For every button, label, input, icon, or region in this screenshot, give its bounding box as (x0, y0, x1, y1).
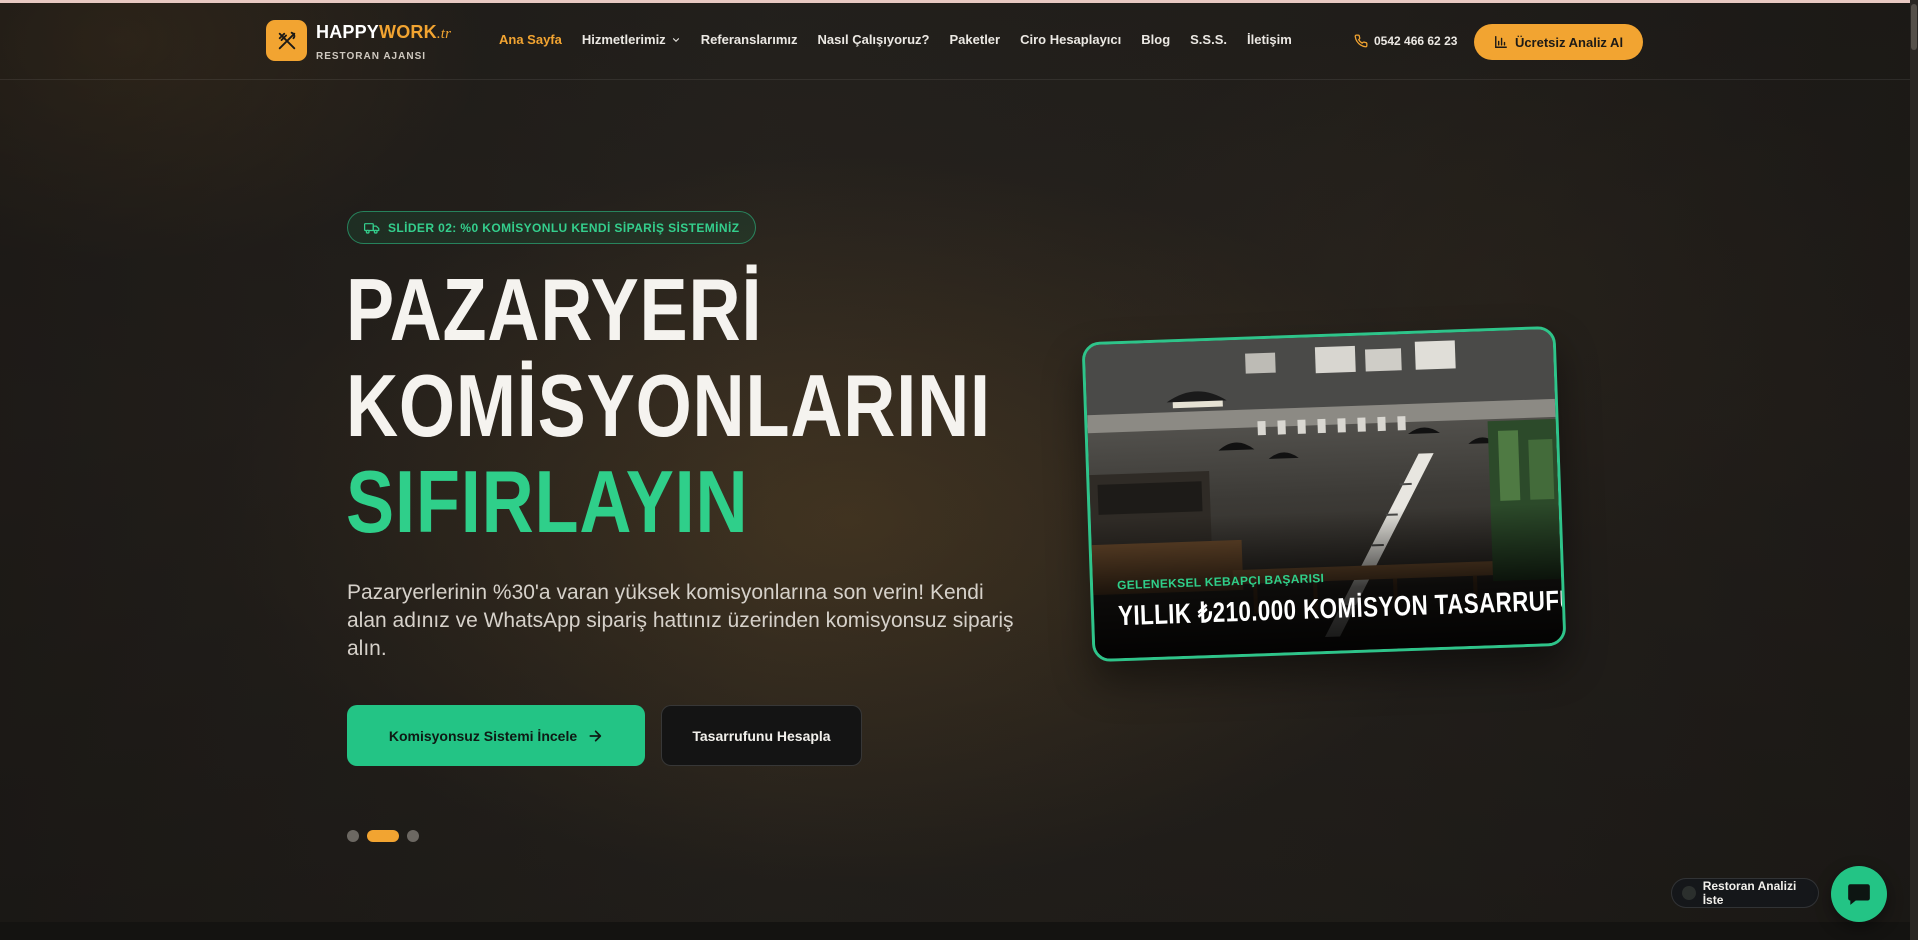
phone-link[interactable]: 0542 466 62 23 (1354, 34, 1457, 48)
analysis-request-label: Restoran Analizi İste (1702, 879, 1797, 907)
chevron-down-icon (672, 37, 679, 42)
logo-wordmark: HAPPYWORK.tr (316, 22, 451, 44)
arrow-right-icon (589, 729, 602, 742)
nav-item-label: Ciro Hesaplayıcı (1020, 32, 1122, 47)
logo-suffix-text: .tr (436, 26, 452, 42)
slide-badge-text: SLİDER 02: %0 KOMİSYONLU KENDİ SİPARİŞ S… (388, 220, 740, 235)
slider-dot-3[interactable] (407, 830, 419, 842)
free-analysis-button[interactable]: Ücretsiz Analiz Al (1474, 24, 1643, 60)
nav-item-label: Nasıl Çalışıyoruz? (817, 32, 930, 47)
hero-title: PAZARYERİ KOMİSYONLARINI SIFIRLAYIN (346, 262, 991, 550)
phone-icon (1354, 34, 1368, 48)
page-scrollbar[interactable] (1910, 0, 1918, 940)
nav-item-3[interactable]: Nasıl Çalışıyoruz? (818, 32, 930, 47)
free-analysis-label: Ücretsiz Analiz Al (1514, 34, 1624, 50)
nav-item-1[interactable]: Hizmetlerimiz (582, 32, 681, 47)
nav-item-label: Hizmetlerimiz (581, 32, 666, 47)
main-nav: Ana Sayfa Hizmetlerimiz Referanslarımız Nas… (499, 32, 1312, 47)
hero-title-line-3: SIFIRLAYIN (346, 452, 749, 551)
slider-dot-2[interactable] (367, 830, 399, 842)
restaurant-analysis-request-button[interactable]: Restoran Analizi İste (1671, 878, 1819, 908)
slider-dot-1[interactable] (347, 830, 359, 842)
logo-work-text: WORK (379, 22, 437, 42)
slide-badge: SLİDER 02: %0 KOMİSYONLU KENDİ SİPARİŞ S… (347, 211, 757, 244)
nav-item-5[interactable]: Ciro Hesaplayıcı (1020, 32, 1121, 47)
nav-item-label: Blog (1141, 32, 1171, 47)
hero-title-line-2: KOMİSYONLARINI (346, 356, 991, 455)
nav-item-4[interactable]: Paketler (950, 32, 1001, 47)
nav-item-6[interactable]: Blog (1141, 32, 1170, 47)
status-dot-icon (1682, 886, 1696, 900)
scrollbar-thumb[interactable] (1911, 4, 1917, 50)
site-logo[interactable]: HAPPYWORK.tr RESTORAN AJANSI (266, 20, 451, 62)
calculate-button-label: Tasarrufunu Hesapla (692, 727, 831, 744)
nav-item-label: Referanslarımız (700, 32, 798, 47)
nav-item-label: S.S.S. (1190, 32, 1227, 47)
success-story-card: GELENEKSEL KEBAPÇI BAŞARISI YILLIK ₺210.… (1081, 325, 1567, 663)
explore-commission-free-button[interactable]: Komisyonsuz Sistemi İncele (347, 705, 645, 766)
utensils-crossed-icon (266, 20, 307, 61)
hero-title-line-1: PAZARYERİ (346, 260, 763, 359)
phone-number: 0542 466 62 23 (1374, 34, 1458, 48)
nav-item-8[interactable]: İletişim (1247, 32, 1292, 47)
explore-button-label: Komisyonsuz Sistemi İncele (388, 727, 578, 744)
section-divider (0, 922, 1918, 940)
nav-item-label: Ana Sayfa (499, 32, 562, 47)
slider-pagination (347, 830, 419, 842)
nav-item-7[interactable]: S.S.S. (1190, 32, 1227, 47)
truck-icon (364, 222, 380, 234)
logo-tagline: RESTORAN AJANSI (316, 51, 427, 62)
chat-bubble-icon (1848, 884, 1870, 905)
nav-item-label: İletişim (1247, 32, 1292, 47)
chat-button[interactable] (1831, 866, 1887, 922)
nav-item-0[interactable]: Ana Sayfa (499, 32, 562, 47)
logo-happy-text: HAPPY (316, 22, 380, 42)
bar-chart-icon (1494, 36, 1507, 48)
calculate-savings-button[interactable]: Tasarrufunu Hesapla (661, 705, 862, 766)
nav-item-label: Paketler (949, 32, 1001, 47)
hero-description: Pazaryerlerinin %30'a varan yüksek komis… (347, 581, 1014, 660)
nav-item-2[interactable]: Referanslarımız (701, 32, 798, 47)
site-header: HAPPYWORK.tr RESTORAN AJANSI Ana Sayfa Hi… (0, 3, 1910, 80)
